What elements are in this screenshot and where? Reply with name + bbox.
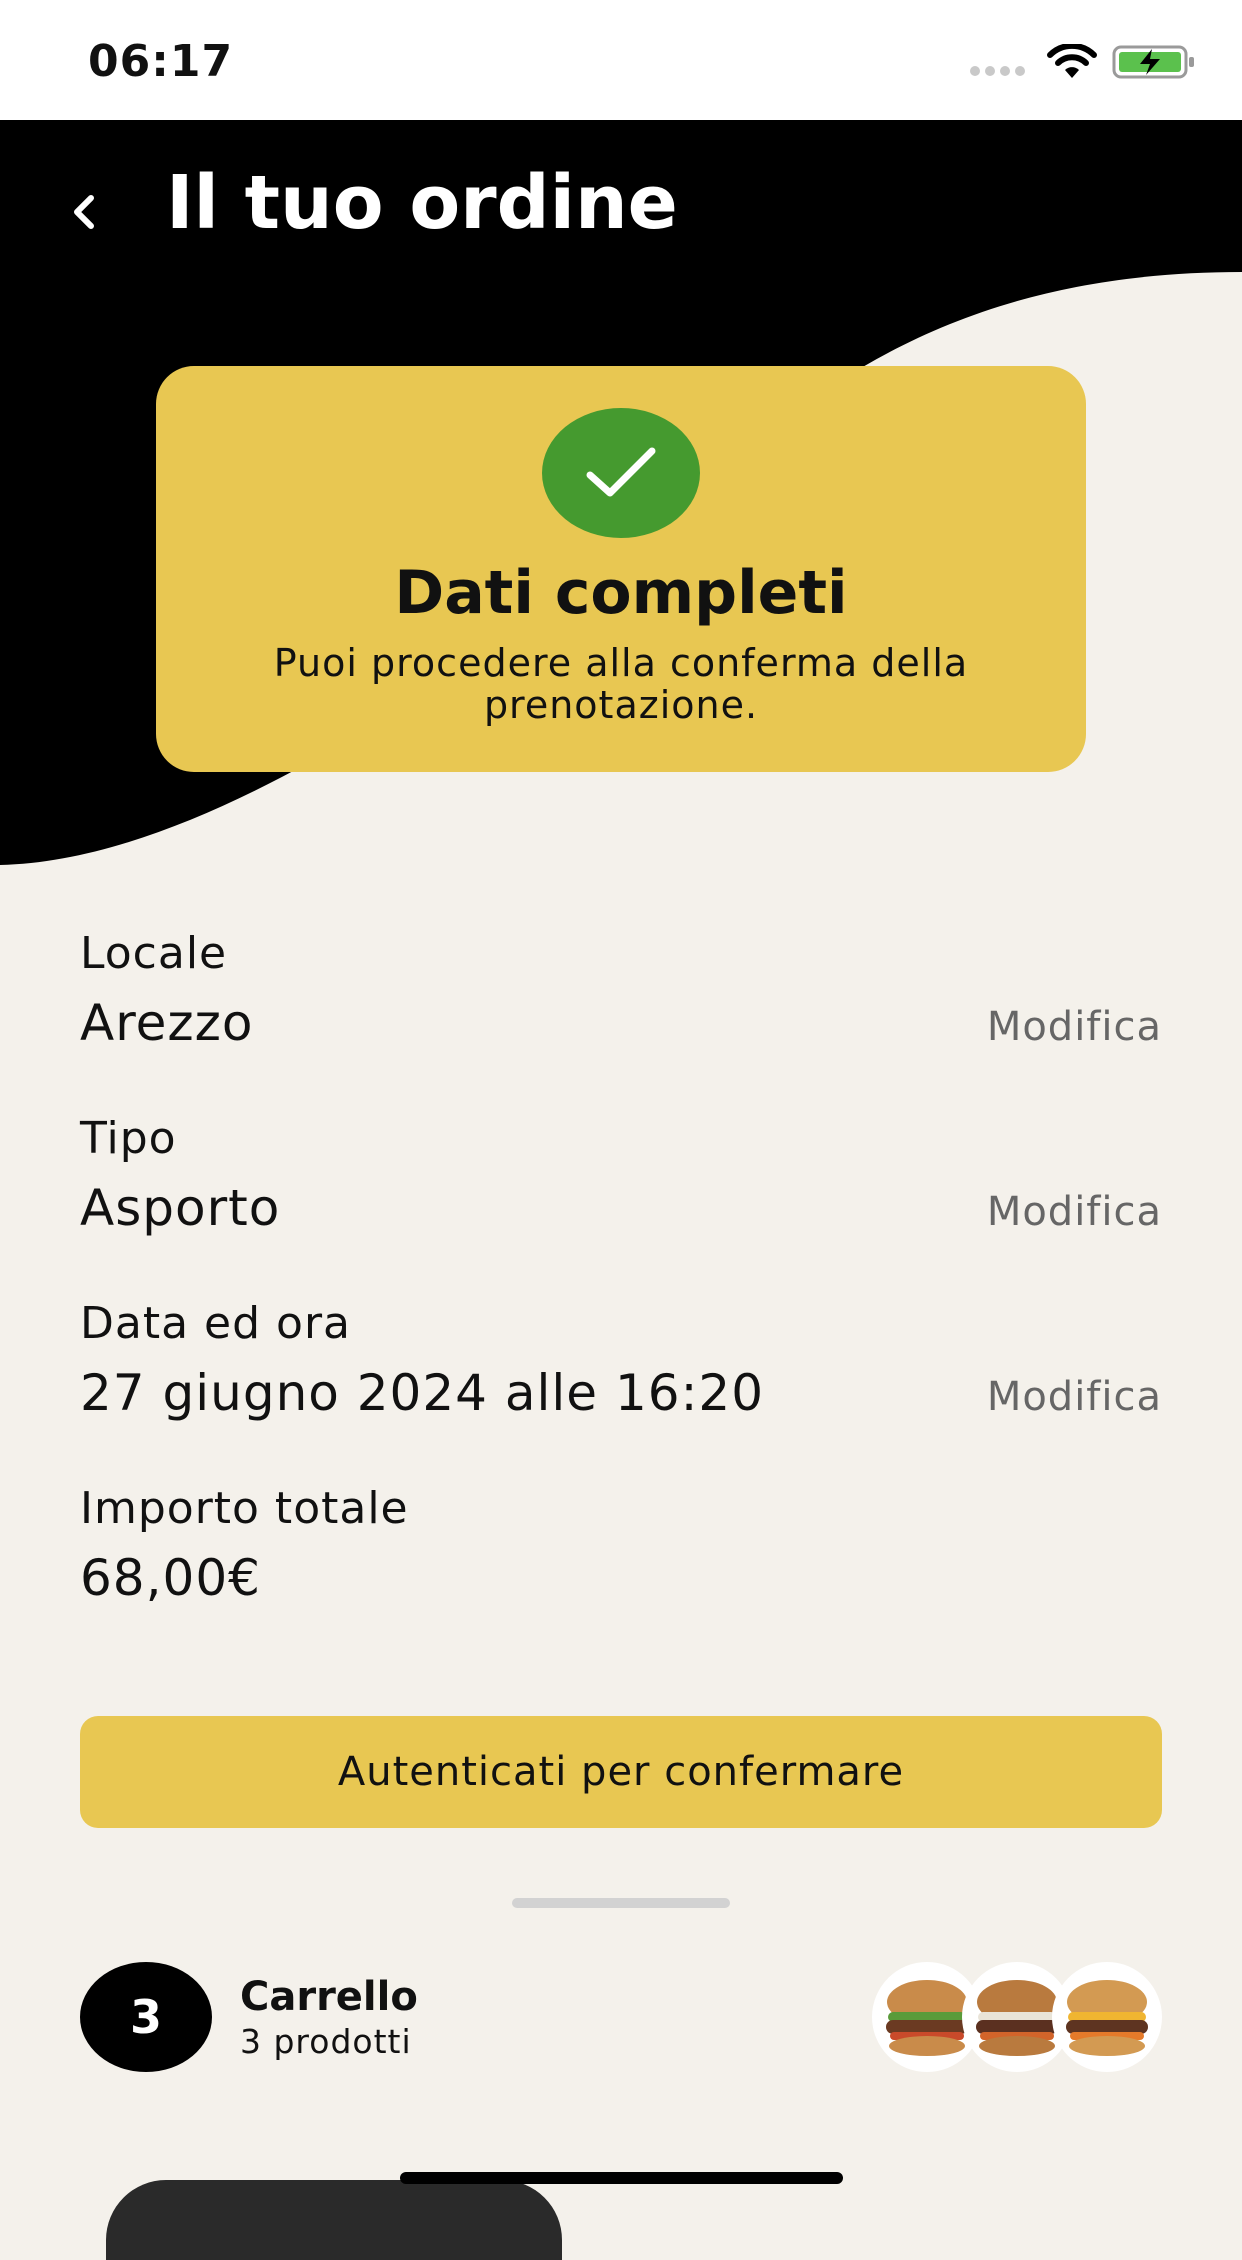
detail-value: Arezzo: [80, 994, 254, 1052]
burger-thumbnail: [1052, 1962, 1162, 2072]
detail-row-tipo: Tipo Asporto Modifica: [80, 1113, 1162, 1263]
status-time: 06:17: [88, 36, 234, 87]
edit-type-link[interactable]: Modifica: [987, 1189, 1162, 1235]
status-subtitle: Puoi procedere alla conferma della preno…: [273, 641, 969, 727]
success-badge: [542, 408, 700, 538]
home-indicator: [400, 2172, 843, 2184]
edit-datetime-link[interactable]: Modifica: [987, 1374, 1162, 1420]
cart-count-badge: 3: [80, 1962, 212, 2072]
detail-label: Locale: [80, 928, 228, 979]
detail-value: Asporto: [80, 1179, 281, 1237]
detail-label: Tipo: [80, 1113, 177, 1164]
cart-summary[interactable]: 3 Carrello 3 prodotti: [80, 1962, 1162, 2072]
cellular-signal-icon: [970, 66, 1025, 76]
page-title: Il tuo ordine: [166, 160, 678, 246]
status-bar: 06:17: [0, 0, 1242, 120]
status-card: Dati completi Puoi procedere alla confer…: [156, 366, 1086, 772]
checkmark-icon: [586, 447, 656, 497]
cart-product-thumbnails: [872, 1962, 1162, 2072]
detail-row-total: Importo totale 68,00€: [80, 1483, 1162, 1633]
total-amount: 68,00€: [80, 1549, 261, 1607]
chevron-left-icon: [74, 195, 94, 229]
back-button[interactable]: [60, 176, 108, 248]
bottom-sheet-peek: [106, 2180, 562, 2260]
detail-label: Data ed ora: [80, 1298, 352, 1349]
cart-title: Carrello: [240, 1974, 418, 2020]
cart-subtitle: 3 prodotti: [240, 2022, 412, 2061]
detail-row-datetime: Data ed ora 27 giugno 2024 alle 16:20 Mo…: [80, 1298, 1162, 1448]
wifi-icon: [1047, 44, 1097, 78]
detail-value: 27 giugno 2024 alle 16:20: [80, 1364, 765, 1422]
sheet-grabber[interactable]: [512, 1898, 730, 1908]
detail-row-locale: Locale Arezzo Modifica: [80, 928, 1162, 1078]
detail-label: Importo totale: [80, 1483, 409, 1534]
battery-charging-icon: [1112, 45, 1194, 79]
authenticate-confirm-button[interactable]: Autenticati per confermare: [80, 1716, 1162, 1828]
status-title: Dati completi: [394, 558, 848, 628]
edit-locale-link[interactable]: Modifica: [987, 1004, 1162, 1050]
